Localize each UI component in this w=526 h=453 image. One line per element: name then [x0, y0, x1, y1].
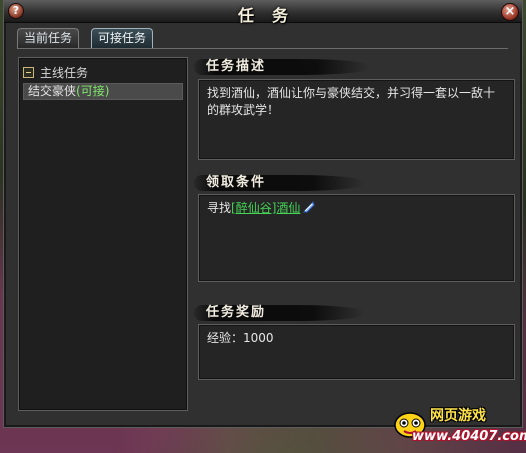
requirement-prefix: 寻找 — [207, 201, 232, 215]
quest-status: (可接) — [76, 84, 110, 98]
section-title-reward: 任务奖励 — [206, 305, 267, 320]
watermark-url: www.40407.com — [412, 429, 526, 444]
description-text: 找到酒仙，酒仙让你与豪侠结交，并习得一套以一敌十的群攻武学！ — [207, 86, 496, 117]
window-title: 任务 — [237, 6, 306, 25]
section-title-description: 任务描述 — [206, 59, 267, 74]
quest-group-label: 主线任务 — [40, 65, 89, 80]
teleport-feather-icon[interactable] — [302, 200, 316, 214]
tab-available-quests[interactable]: 可接任务 — [91, 28, 154, 49]
quest-window: ? 任务 × 当前任务 可接任务 主线任务 结交豪侠(可接) 任务描述 找到酒仙… — [3, 0, 523, 428]
requirement-box: 寻找[醉仙谷]酒仙 — [198, 194, 515, 282]
tab-divider — [18, 48, 508, 49]
collapse-icon[interactable] — [23, 66, 34, 78]
watermark-title: 网页游戏 — [430, 408, 486, 424]
tab-current-quests[interactable]: 当前任务 — [17, 28, 80, 49]
reward-text: 经验：1000 — [207, 331, 274, 345]
title-bar: ? 任务 × — [4, 1, 522, 25]
quest-group-main[interactable]: 主线任务 — [23, 64, 88, 80]
description-box: 找到酒仙，酒仙让你与豪侠结交，并习得一套以一敌十的群攻武学！ — [198, 79, 515, 160]
reward-box: 经验：1000 — [198, 324, 515, 380]
quest-name: 结交豪侠 — [28, 84, 77, 98]
npc-link-jiuxian[interactable]: [醉仙谷]酒仙 — [231, 201, 300, 215]
section-title-requirement: 领取条件 — [206, 175, 267, 190]
quest-item-selected[interactable]: 结交豪侠(可接) — [23, 83, 183, 100]
site-watermark: 网页游戏 www.40407.com — [392, 405, 526, 449]
quest-list-panel: 主线任务 结交豪侠(可接) — [18, 57, 188, 411]
close-button[interactable]: × — [501, 3, 519, 21]
